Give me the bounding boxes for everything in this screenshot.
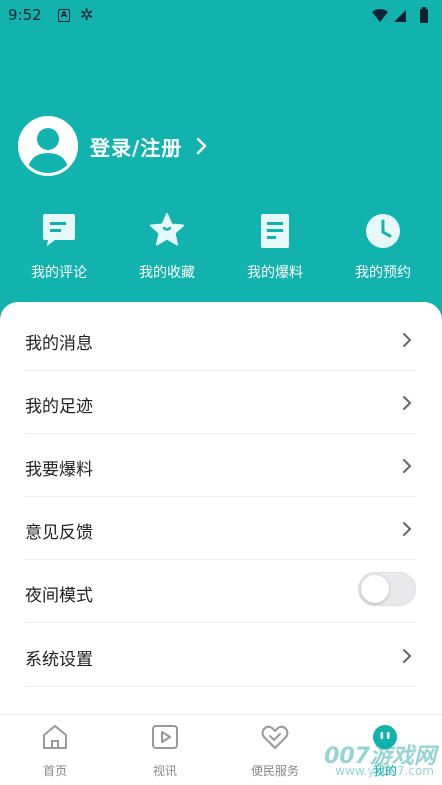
login-register-link[interactable]: 登录/注册	[90, 132, 182, 161]
avatar[interactable]	[18, 116, 78, 176]
menu-item-submit-report[interactable]: 我要爆料	[25, 434, 416, 497]
menu-item-feedback[interactable]: 意见反馈	[25, 497, 416, 560]
night-mode-toggle[interactable]	[358, 572, 416, 606]
nav-label: 便民服务	[250, 764, 299, 778]
nav-home[interactable]: 首页	[0, 715, 110, 785]
signal-icon	[394, 10, 406, 22]
home-icon	[43, 725, 67, 749]
menu-item-label: 我要爆料	[25, 460, 93, 480]
wifi-icon	[372, 9, 388, 22]
video-icon	[152, 725, 178, 749]
shortcut-my-comments[interactable]: 我的评论	[14, 212, 104, 288]
menu-item-label: 系统设置	[25, 650, 93, 670]
status-bar: 9:52 A ✲	[0, 0, 442, 32]
chevron-right-icon	[403, 333, 412, 347]
clock-icon	[366, 214, 400, 248]
shortcut-label: 我的预约	[355, 265, 411, 281]
user-silhouette-icon	[27, 128, 69, 173]
menu-item-night-mode: 夜间模式	[25, 560, 416, 623]
menu-item-label: 我的消息	[25, 334, 93, 354]
menu-item-system-settings[interactable]: 系统设置	[25, 624, 416, 687]
shortcut-my-reports[interactable]: 我的爆料	[230, 212, 320, 288]
shortcut-label: 我的评论	[31, 265, 87, 281]
shortcut-label: 我的收藏	[139, 265, 195, 281]
chevron-right-icon	[403, 649, 412, 663]
bug-icon: ✲	[80, 5, 94, 24]
menu-item-label: 夜间模式	[25, 586, 93, 606]
star-icon	[150, 213, 184, 246]
chevron-right-icon	[403, 522, 412, 536]
status-time: 9:52	[8, 6, 42, 24]
menu-item-label: 我的足迹	[25, 397, 93, 417]
nav-video[interactable]: 视讯	[110, 715, 220, 785]
heart-service-icon	[261, 725, 289, 749]
menu-card: 我的消息 我的足迹 我要爆料 意见反馈 夜间模式 系统设置	[0, 302, 442, 722]
notification-a-icon: A	[58, 9, 70, 22]
menu-item-label: 意见反馈	[25, 523, 93, 543]
chevron-right-icon[interactable]	[194, 135, 210, 157]
nav-label: 视讯	[152, 764, 177, 778]
shortcut-label: 我的爆料	[247, 265, 303, 281]
shortcut-my-appointments[interactable]: 我的预约	[338, 212, 428, 288]
battery-icon	[420, 9, 428, 23]
nav-label: 首页	[42, 764, 67, 778]
toggle-knob	[361, 575, 389, 603]
menu-item-footprints[interactable]: 我的足迹	[25, 371, 416, 434]
chevron-right-icon	[403, 459, 412, 473]
watermark-url: www.yx007.com	[335, 764, 434, 778]
document-icon	[261, 214, 289, 248]
comment-icon	[43, 214, 75, 246]
nav-services[interactable]: 便民服务	[220, 715, 330, 785]
menu-item-messages[interactable]: 我的消息	[25, 308, 416, 371]
chevron-right-icon	[403, 396, 412, 410]
system-status-icons	[372, 7, 428, 23]
shortcut-my-favorites[interactable]: 我的收藏	[122, 212, 212, 288]
